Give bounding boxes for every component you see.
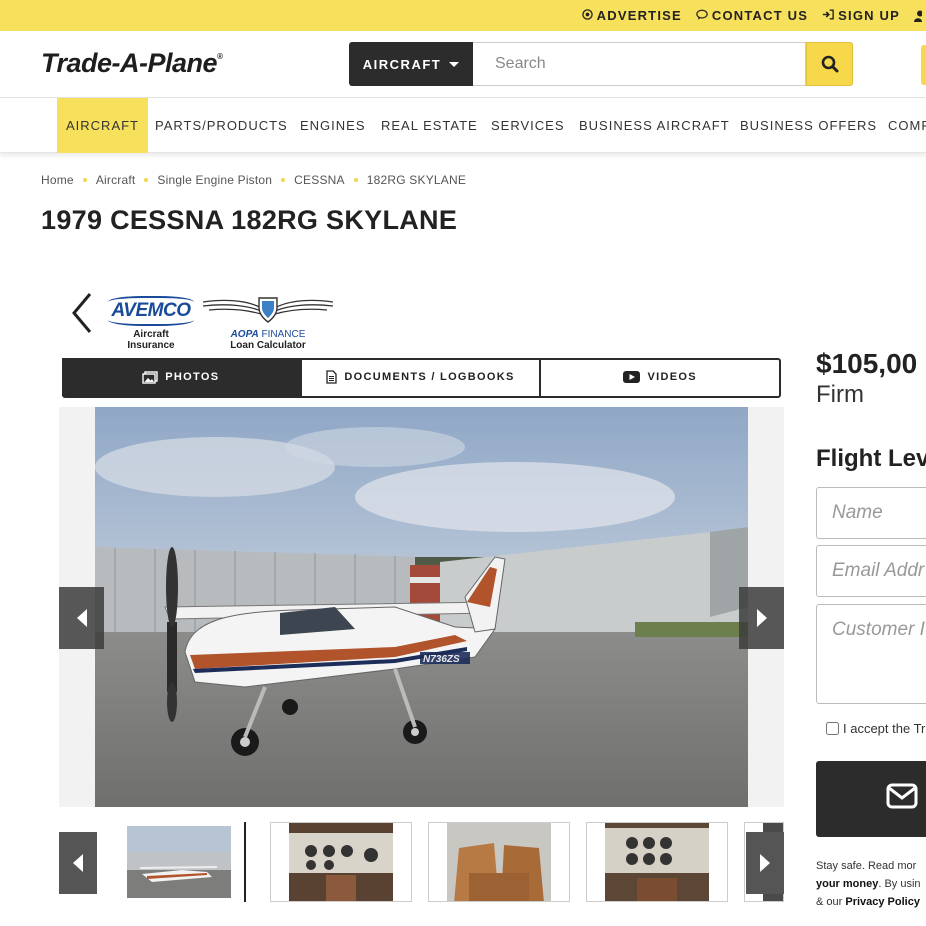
thumbs-prev-button[interactable] [59, 832, 97, 894]
avemco-insurance-link[interactable]: AVEMCO Aircraft Insurance [108, 296, 194, 351]
breadcrumb-separator [281, 178, 286, 182]
contact-form-title: Flight Lev [816, 445, 926, 472]
nav-services[interactable]: SERVICES [491, 98, 565, 153]
search-icon [821, 55, 838, 73]
thumbnail-3[interactable] [428, 822, 570, 902]
site-header: Trade-A-Plane® AIRCRAFT [0, 31, 926, 98]
aopa-name: AOPA [230, 329, 259, 340]
thumbnail-2[interactable] [270, 822, 412, 902]
tab-videos[interactable]: VIDEOS [541, 358, 779, 396]
top-utility-bar: ADVERTISE CONTACT US SIGN UP [0, 0, 926, 31]
caret-down-icon [449, 61, 460, 67]
page-title: 1979 CESSNA 182RG SKYLANE [41, 205, 458, 235]
photos-icon [142, 370, 158, 384]
thumbnail-strip [59, 822, 784, 904]
sign-up-label: SIGN UP [838, 8, 900, 23]
avemco-label-line1: Aircraft [133, 329, 169, 340]
target-icon [581, 8, 593, 23]
logo-text: Trade-A-Plane [41, 48, 218, 78]
your-money-link[interactable]: your money [816, 878, 878, 890]
aopa-wings-icon [202, 297, 334, 323]
accept-terms-checkbox[interactable] [826, 722, 839, 735]
tab-videos-label: VIDEOS [647, 371, 697, 383]
caret-right-icon [756, 609, 767, 627]
sign-up-link[interactable]: SIGN UP [822, 8, 900, 23]
nav-engines[interactable]: ENGINES [300, 98, 366, 153]
gallery-next-button[interactable] [739, 587, 784, 649]
safety-line-2: your money. By usin [816, 875, 921, 893]
aopa-loan-calculator-label: Loan Calculator [230, 340, 306, 351]
photo-gallery: N736ZS [59, 407, 784, 807]
tab-photos-label: PHOTOS [165, 371, 220, 383]
avemco-label-line2: Insurance [127, 340, 175, 351]
tab-documents-logbooks[interactable]: DOCUMENTS / LOGBOOKS [302, 358, 542, 396]
price-note: Firm [816, 381, 864, 408]
caret-left-icon [73, 854, 83, 872]
category-dropdown[interactable]: AIRCRAFT [349, 42, 473, 86]
nav-aircraft[interactable]: AIRCRAFT [57, 98, 148, 153]
tab-documents-label: DOCUMENTS / LOGBOOKS [344, 371, 515, 383]
advertise-label: ADVERTISE [596, 8, 682, 23]
media-tabs: PHOTOS DOCUMENTS / LOGBOOKS VIDEOS [62, 358, 781, 398]
aopa-finance-text: AOPA FINANCE [200, 329, 336, 340]
document-icon [326, 370, 338, 384]
breadcrumb-separator [82, 178, 87, 182]
breadcrumb-separator [144, 178, 149, 182]
tab-photos[interactable]: PHOTOS [62, 358, 302, 396]
user-icon[interactable] [914, 10, 922, 22]
safety-line-3: & our Privacy Policy [816, 893, 921, 911]
search-input[interactable] [473, 42, 806, 86]
message-field[interactable]: Customer I [816, 604, 926, 704]
accept-terms: I accept the Tr [826, 721, 925, 736]
breadcrumb: Home Aircraft Single Engine Piston CESSN… [41, 173, 466, 187]
advertise-link[interactable]: ADVERTISE [581, 8, 682, 23]
listing-price: $105,00 [816, 348, 918, 379]
main-nav: AIRCRAFT PARTS/PRODUCTS ENGINES REAL EST… [0, 98, 926, 153]
breadcrumb-separator [353, 178, 358, 182]
contact-us-label: CONTACT US [711, 8, 809, 23]
thumbnail-4[interactable] [586, 822, 728, 902]
aopa-loan-calculator-link[interactable]: AOPA FINANCE Loan Calculator [200, 296, 336, 351]
category-label: AIRCRAFT [362, 56, 442, 72]
breadcrumb-single-engine-piston[interactable]: Single Engine Piston [157, 173, 272, 187]
safety-line-3-pre: & our [816, 896, 846, 908]
caret-right-icon [760, 854, 770, 872]
breadcrumb-model: 182RG SKYLANE [366, 173, 467, 187]
chevron-left-icon[interactable] [68, 290, 96, 336]
privacy-policy-link[interactable]: Privacy Policy [845, 896, 920, 908]
nav-business-aircraft[interactable]: BUSINESS AIRCRAFT [579, 98, 730, 153]
aircraft-photo[interactable]: N736ZS [95, 407, 748, 807]
search-button[interactable] [806, 42, 853, 86]
nav-business-offers[interactable]: BUSINESS OFFERS [740, 98, 877, 153]
breadcrumb-cessna[interactable]: CESSNA [294, 173, 345, 187]
avemco-logo: AVEMCO [108, 296, 194, 326]
thumbs-next-button[interactable] [746, 832, 784, 894]
name-field[interactable]: Name [816, 487, 926, 539]
accept-terms-label: I accept the Tr [843, 721, 926, 736]
thumbnail-1[interactable] [112, 822, 246, 902]
chat-icon [696, 9, 708, 23]
signin-icon [822, 9, 834, 23]
video-icon [623, 371, 641, 383]
site-logo[interactable]: Trade-A-Plane® [41, 48, 223, 79]
top-links: ADVERTISE CONTACT US SIGN UP [581, 0, 926, 31]
registered-mark: ® [217, 52, 223, 61]
contact-us-link[interactable]: CONTACT US [696, 8, 808, 23]
safety-line-2-rest: . By usin [878, 878, 921, 890]
caret-left-icon [76, 609, 87, 627]
email-field[interactable]: Email Addr [816, 545, 926, 597]
safety-notice: Stay safe. Read mor your money. By usin … [816, 857, 921, 911]
nav-parts-products[interactable]: PARTS/PRODUCTS [155, 98, 288, 153]
breadcrumb-home[interactable]: Home [41, 173, 74, 187]
nav-companies[interactable]: COMP [888, 98, 926, 153]
envelope-icon [886, 783, 918, 809]
header-cta-button[interactable] [921, 45, 926, 85]
aopa-finance: FINANCE [261, 329, 306, 340]
gallery-prev-button[interactable] [59, 587, 104, 649]
safety-line-1: Stay safe. Read mor [816, 860, 917, 872]
nav-real-estate[interactable]: REAL ESTATE [381, 98, 478, 153]
send-message-button[interactable] [816, 761, 926, 837]
breadcrumb-aircraft[interactable]: Aircraft [96, 173, 136, 187]
tail-number-text: N736ZS [423, 654, 460, 665]
